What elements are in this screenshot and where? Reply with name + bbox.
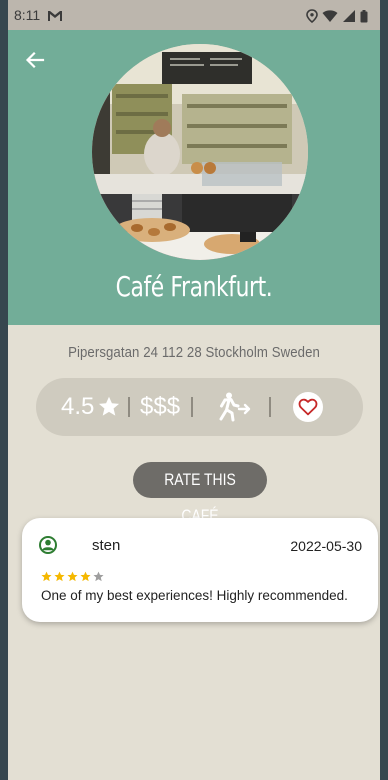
status-time: 8:11	[14, 7, 41, 23]
review-card: sten 2022-05-30 One of my best experienc…	[22, 518, 378, 622]
divider	[128, 397, 130, 417]
rate-cafe-button[interactable]: RATE THIS CAFÉ	[133, 462, 267, 525]
gmail-icon	[47, 9, 63, 25]
back-button[interactable]	[24, 49, 46, 71]
review-date: 2022-05-30	[290, 538, 362, 554]
status-icons	[306, 9, 368, 26]
price-level: $$$	[140, 393, 181, 420]
review-stars	[41, 571, 104, 582]
star-filled-icon	[67, 571, 78, 582]
review-text: One of my best experiences! Highly recom…	[41, 588, 348, 603]
heart-outline-icon	[298, 398, 318, 416]
header-hero: Café Frankfurt.	[8, 30, 380, 325]
star-empty-icon	[93, 571, 104, 582]
info-bar: 4.5 $$$	[36, 378, 363, 436]
arrow-left-icon	[25, 51, 45, 69]
star-filled-icon	[80, 571, 91, 582]
signal-icon	[342, 9, 356, 26]
battery-icon	[360, 9, 368, 26]
divider	[191, 397, 193, 417]
wifi-icon	[322, 9, 338, 26]
cafe-name: Café Frankfurt.	[115, 270, 273, 303]
star-filled-icon	[54, 571, 65, 582]
divider	[269, 397, 271, 417]
favorite-button[interactable]	[293, 392, 323, 422]
cafe-photo	[92, 44, 308, 260]
status-bar: 8:11	[8, 0, 380, 30]
star-icon	[98, 396, 120, 422]
walking-icon	[216, 392, 252, 427]
cafe-address: Pipersgatan 24 112 28 Stockholm Sweden	[68, 344, 320, 361]
app-screen: 8:11 Café Frankfurt. Pipersgatan 24 112 …	[8, 0, 380, 780]
rating-value: 4.5	[61, 393, 95, 420]
user-avatar-icon	[38, 535, 58, 560]
star-filled-icon	[41, 571, 52, 582]
reviewer-name: sten	[92, 537, 121, 554]
location-icon	[306, 9, 318, 26]
